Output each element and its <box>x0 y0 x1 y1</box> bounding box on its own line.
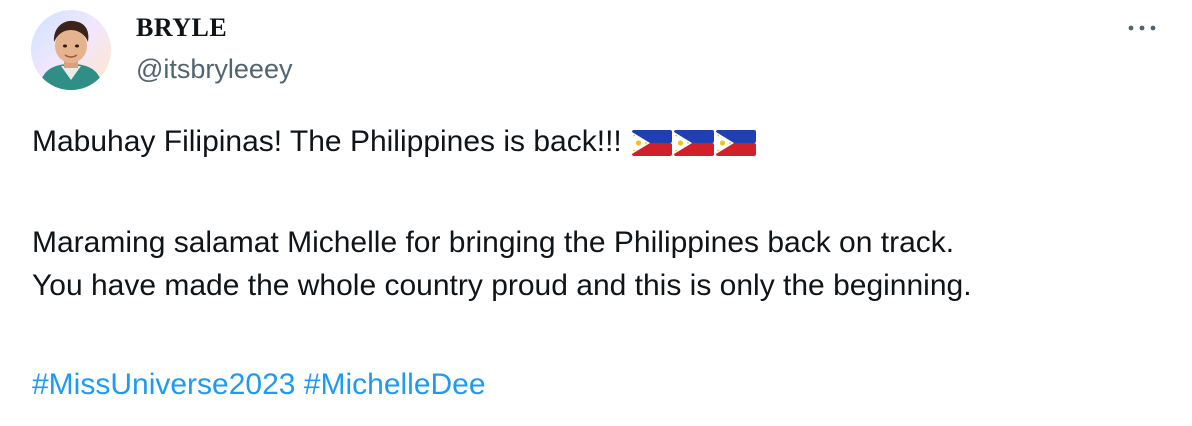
author-display-name[interactable]: BRYLE <box>136 12 227 44</box>
author-handle[interactable]: @itsbryleeey <box>136 53 292 85</box>
philippines-flag-emoji <box>716 130 757 156</box>
hashtag-link[interactable]: #MissUniverse2023 <box>32 368 295 401</box>
philippines-flag-emoji <box>632 130 673 156</box>
tweet-line-text: Mabuhay Filipinas! The Philippines is ba… <box>32 125 622 158</box>
tweet-card: BRYLE @itsbryleeey Mabuhay Filipinas! Th… <box>0 0 1192 426</box>
more-options-button[interactable] <box>1124 16 1160 40</box>
tweet-line: Maraming salamat Michelle for bringing t… <box>32 226 955 259</box>
flag-emojis <box>632 127 758 170</box>
tweet-line: You have made the whole country proud an… <box>32 269 972 302</box>
profile-avatar[interactable] <box>31 10 111 90</box>
more-horizontal-icon <box>1128 25 1156 31</box>
hashtag-link[interactable]: #MichelleDee <box>304 368 486 401</box>
philippines-flag-emoji <box>674 130 715 156</box>
tweet-line: Mabuhay Filipinas! The Philippines is ba… <box>32 120 758 170</box>
hashtag-row: #MissUniverse2023 #MichelleDee <box>32 363 486 406</box>
